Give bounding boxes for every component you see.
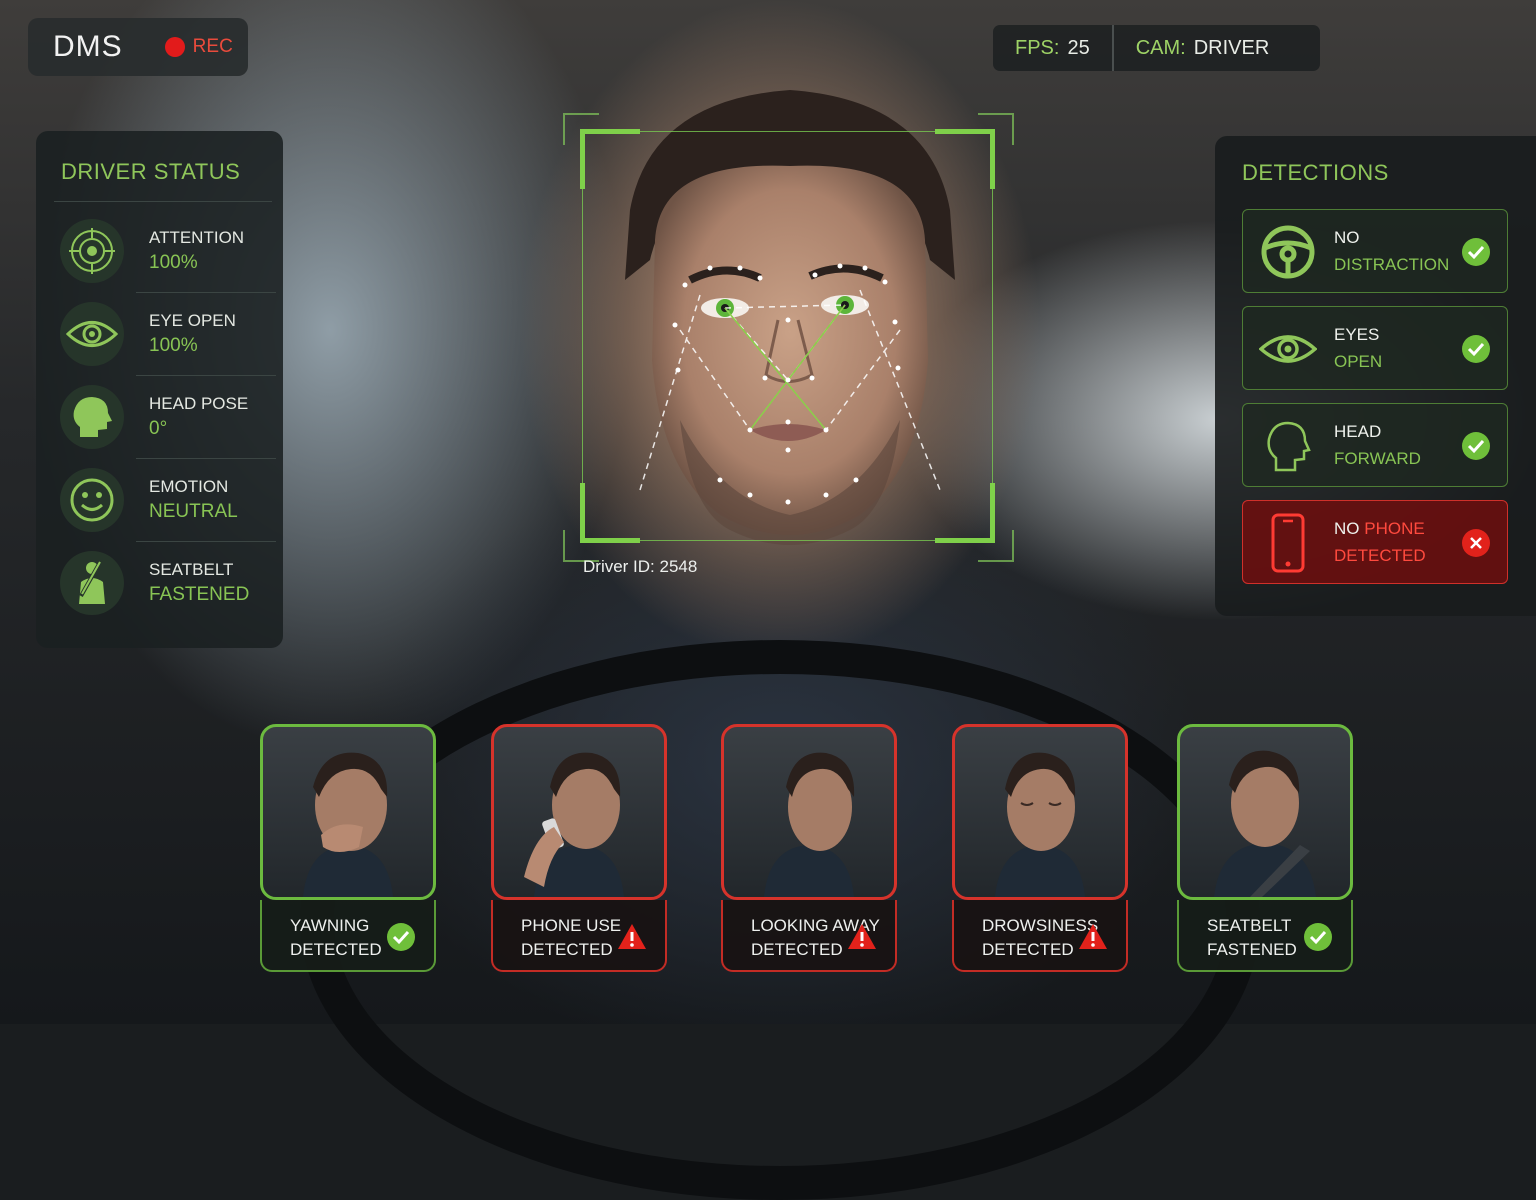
event-line2: DETECTED xyxy=(982,940,1074,959)
status-label: ATTENTION xyxy=(149,228,245,247)
event-line1: YAWNING xyxy=(290,916,370,935)
error-icon xyxy=(1462,529,1490,557)
panel-title: DRIVER STATUS xyxy=(61,159,241,184)
driver-status-panel: DRIVER STATUS ATTENTION 100% EYE OPEN 10… xyxy=(36,131,283,648)
phone-icon xyxy=(1257,513,1319,573)
divider xyxy=(54,201,272,202)
camera-readout: CAM: DRIVER xyxy=(1114,37,1292,60)
status-value: FASTENED xyxy=(149,584,250,605)
event-caption: LOOKING AWAY DETECTED xyxy=(721,900,897,972)
detection-line1: EYES xyxy=(1334,325,1380,344)
smiley-icon xyxy=(60,468,124,532)
seatbelt-icon xyxy=(60,551,124,615)
detection-line1-highlight: PHONE xyxy=(1364,519,1425,538)
event-thumbnail xyxy=(721,724,897,900)
event-thumbnail xyxy=(260,724,436,900)
divider xyxy=(136,292,276,293)
status-value: 100% xyxy=(149,252,198,273)
event-caption: SEATBELT FASTENED xyxy=(1177,900,1353,972)
status-head-pose: HEAD POSE 0° xyxy=(56,377,276,459)
status-value: 0° xyxy=(149,418,168,439)
cam-label: CAM: xyxy=(1135,36,1186,59)
event-thumbnail xyxy=(491,724,667,900)
status-eye-open: EYE OPEN 100% xyxy=(56,294,276,376)
app-title: DMS xyxy=(53,30,123,63)
face-tracking-box xyxy=(580,129,995,543)
event-thumbnail xyxy=(1177,724,1353,900)
head-icon xyxy=(60,385,124,449)
warning-icon xyxy=(618,924,646,949)
detection-line1: NO PHONE xyxy=(1334,519,1425,539)
fps-readout: FPS: 25 xyxy=(993,37,1112,60)
camera-info-bar: FPS: 25 CAM: DRIVER xyxy=(993,25,1320,71)
event-line1: SEATBELT xyxy=(1207,916,1292,935)
detection-line2: OPEN xyxy=(1334,352,1383,371)
divider xyxy=(136,375,276,376)
fps-value: 25 xyxy=(1067,36,1090,59)
status-attention: ATTENTION 100% xyxy=(56,211,276,293)
detection-eyes-open: EYES OPEN xyxy=(1242,306,1508,390)
check-icon xyxy=(387,923,415,951)
status-label: EMOTION xyxy=(149,477,229,496)
event-card-phone-use[interactable]: PHONE USE DETECTED xyxy=(491,724,667,972)
status-emotion: EMOTION NEUTRAL xyxy=(56,460,276,542)
detection-line2: DISTRACTION xyxy=(1334,255,1450,274)
status-label: SEATBELT xyxy=(149,560,234,579)
detection-line1-prefix: NO xyxy=(1334,519,1360,538)
event-line2: DETECTED xyxy=(751,940,843,959)
detection-line1: HEAD xyxy=(1334,422,1382,441)
event-caption: DROWSINESS DETECTED xyxy=(952,900,1128,972)
eye-icon xyxy=(60,302,124,366)
status-value: NEUTRAL xyxy=(149,501,238,522)
tracking-outer-corner xyxy=(563,113,599,145)
event-line1: PHONE USE xyxy=(521,916,622,935)
check-icon xyxy=(1462,238,1490,266)
fps-label: FPS: xyxy=(1015,36,1060,59)
event-thumbnail xyxy=(952,724,1128,900)
event-card-seatbelt[interactable]: SEATBELT FASTENED xyxy=(1177,724,1353,972)
event-line2: DETECTED xyxy=(290,940,382,959)
dms-badge: DMS REC xyxy=(28,18,248,76)
driver-id-label: Driver ID: 2548 xyxy=(583,557,698,576)
event-caption: YAWNING DETECTED xyxy=(260,900,436,972)
event-card-yawning[interactable]: YAWNING DETECTED xyxy=(260,724,436,972)
detection-head-forward: HEAD FORWARD xyxy=(1242,403,1508,487)
detection-line2: DETECTED xyxy=(1334,546,1426,565)
detection-no-distraction: NO DISTRACTION xyxy=(1242,209,1508,293)
eye-icon xyxy=(1257,319,1319,379)
detection-line2: FORWARD xyxy=(1334,449,1421,468)
status-value: 100% xyxy=(149,335,198,356)
detection-line1: NO xyxy=(1334,228,1360,247)
tracking-outer-corner xyxy=(978,113,1014,145)
check-icon xyxy=(1462,432,1490,460)
panel-title: DETECTIONS xyxy=(1242,160,1389,185)
divider xyxy=(136,541,276,542)
detections-panel: DETECTIONS NO DISTRACTION EYES OPEN HEAD… xyxy=(1215,136,1536,616)
divider xyxy=(136,458,276,459)
target-icon xyxy=(60,219,124,283)
warning-icon xyxy=(848,924,876,949)
event-card-looking-away[interactable]: LOOKING AWAY DETECTED xyxy=(721,724,897,972)
event-card-drowsiness[interactable]: DROWSINESS DETECTED xyxy=(952,724,1128,972)
status-label: HEAD POSE xyxy=(149,394,249,413)
warning-icon xyxy=(1079,924,1107,949)
head-icon xyxy=(1257,416,1319,476)
cam-value: DRIVER xyxy=(1193,36,1270,59)
record-dot-icon xyxy=(164,37,185,57)
steering-wheel-icon xyxy=(1257,222,1319,282)
check-icon xyxy=(1462,335,1490,363)
tracking-outer-corner xyxy=(978,530,1014,562)
detection-no-phone: NO PHONE DETECTED xyxy=(1242,500,1508,584)
event-line2: DETECTED xyxy=(521,940,613,959)
event-line2: FASTENED xyxy=(1207,940,1297,959)
check-icon xyxy=(1304,923,1332,951)
status-label: EYE OPEN xyxy=(149,311,236,330)
status-seatbelt: SEATBELT FASTENED xyxy=(56,543,276,623)
rec-label: REC xyxy=(192,36,233,57)
event-caption: PHONE USE DETECTED xyxy=(491,900,667,972)
